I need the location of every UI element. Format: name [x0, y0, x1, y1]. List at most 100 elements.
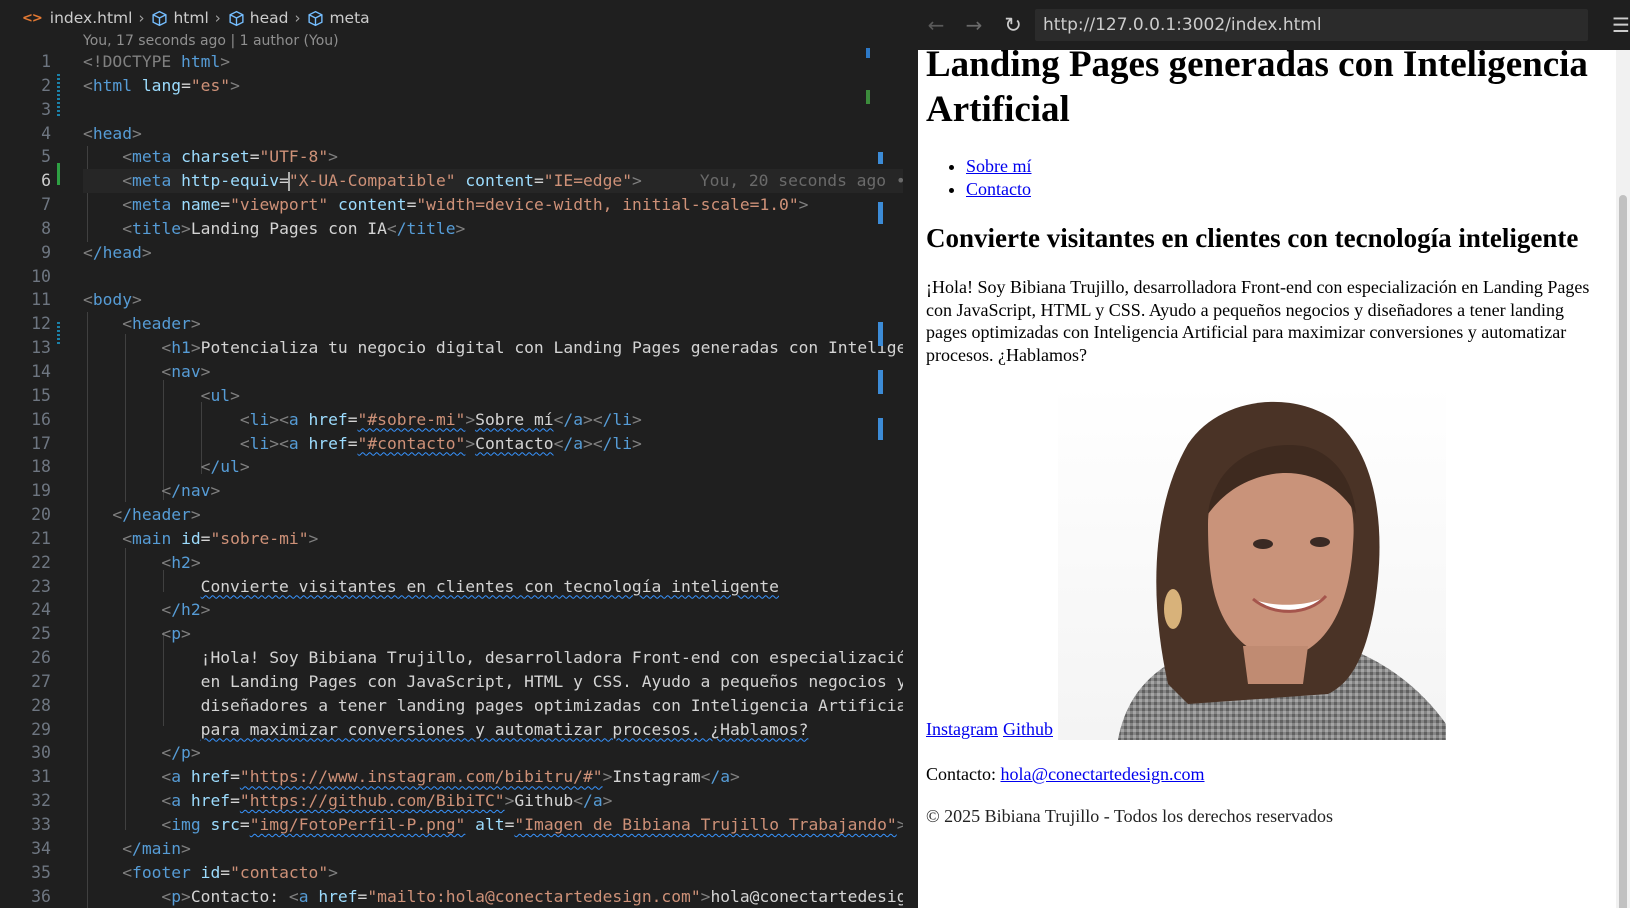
dirty-diff-indicator[interactable] [57, 163, 60, 185]
overview-ruler-mark [878, 322, 883, 346]
breadcrumb-label: head [249, 9, 289, 27]
code-token: en Landing Pages con JavaScript, HTML y … [200, 671, 903, 691]
page-nav: Sobre mí Contacto [926, 155, 1616, 200]
nav-link-sobre-mi[interactable]: Sobre mí [966, 156, 1032, 176]
url-input[interactable]: http://127.0.0.1:3002/index.html [1035, 9, 1588, 41]
code-area[interactable]: <!DOCTYPE html> <html lang="es"> <head> … [83, 50, 903, 908]
github-link[interactable]: Github [1003, 718, 1053, 740]
line-number: 7 [41, 195, 51, 215]
code-token: /h2 [171, 600, 201, 620]
line-number: 3 [41, 99, 51, 119]
line-number-active: 6 [41, 171, 51, 191]
code-token: /main [132, 838, 182, 858]
code-line: <!DOCTYPE html> [83, 52, 231, 71]
dirty-diff-indicator[interactable] [57, 322, 60, 344]
line-number: 17 [31, 433, 51, 453]
overview-ruler-mark [878, 370, 883, 394]
code-token: Instagram [612, 767, 701, 787]
code-token: /ul [210, 457, 240, 477]
code-token: h1 [171, 338, 191, 358]
code-token: id [200, 862, 221, 882]
nav-item: Contacto [966, 178, 1616, 201]
code-token: /nav [171, 481, 211, 501]
code-line: <header> [122, 314, 201, 334]
code-token: p [171, 624, 182, 644]
code-token: "img/FotoPerfil-P.png" [249, 815, 466, 834]
line-number: 29 [31, 719, 51, 739]
reload-icon[interactable]: ↻ [1000, 12, 1026, 38]
code-token: "UTF-8" [259, 147, 329, 167]
code-token: content [465, 171, 534, 191]
line-number: 34 [31, 838, 51, 858]
code-token: href [308, 433, 348, 453]
scrollbar-thumb[interactable] [1619, 195, 1627, 908]
codelens-blame[interactable]: You, 17 seconds ago | 1 author (You) [83, 33, 339, 49]
page-scrollbar[interactable] [1616, 50, 1630, 908]
code-line: <img src="img/FotoPerfil-P.png" alt="Ima… [161, 815, 903, 834]
code-line: <main id="sobre-mi"> [122, 528, 319, 548]
breadcrumb-item-head[interactable]: head [228, 9, 289, 27]
chevron-right-icon: › [138, 9, 145, 27]
code-token: Contacto [475, 433, 554, 453]
arrow-right-icon[interactable]: → [961, 12, 987, 38]
code-token: "es" [190, 75, 231, 95]
browser-toolbar: ← → ↻ http://127.0.0.1:3002/index.html ☰ [918, 0, 1630, 50]
code-token: href [190, 791, 231, 811]
code-token: "sobre-mi" [210, 528, 309, 548]
symbol-element-icon [152, 10, 168, 26]
code-line: <h1>Potencializa tu negocio digital con … [83, 336, 903, 360]
code-token: src [210, 815, 240, 834]
menu-icon[interactable]: ☰ [1612, 13, 1630, 37]
code-token: "#contacto" [357, 433, 466, 453]
breadcrumb-item-html[interactable]: html [151, 9, 209, 27]
line-number: 22 [31, 552, 51, 572]
inline-blame[interactable]: You, 20 seconds ago • [700, 171, 903, 190]
chevron-right-icon: › [294, 9, 301, 27]
email-link[interactable]: hola@conectartedesign.com [1001, 764, 1205, 784]
code-token: <!DOCTYPE [83, 52, 172, 71]
code-token: "https://github.com/BibiTC" [239, 791, 505, 811]
breadcrumb-item-file[interactable]: <> index.html [22, 9, 132, 27]
code-token: charset [181, 147, 250, 167]
breadcrumb-label: meta [329, 9, 370, 27]
code-token: ul [210, 385, 231, 405]
line-number: 19 [31, 481, 51, 501]
code-line: </header> [112, 505, 201, 525]
line-number: 24 [31, 600, 51, 620]
line-number: 20 [31, 505, 51, 525]
arrow-left-icon[interactable]: ← [923, 12, 949, 38]
instagram-link[interactable]: Instagram [926, 718, 998, 740]
code-line: <p>Contacto: <a href="mailto:hola@conect… [83, 885, 903, 908]
code-line: diseñadores a tener landing pages optimi… [83, 694, 903, 718]
code-token: "#sobre-mi" [357, 409, 466, 429]
code-token: li [249, 409, 270, 429]
code-line: <a href="https://www.instagram.com/bibit… [161, 767, 740, 787]
browser-viewport[interactable]: Landing Pages generadas con Inteligencia… [918, 50, 1630, 908]
code-line: <title>Landing Pages con IA</title> [122, 218, 466, 238]
code-token: Convierte visitantes en clientes con tec… [200, 576, 779, 596]
dirty-diff-indicator[interactable] [57, 74, 60, 118]
code-token: header [132, 314, 191, 334]
code-line: <meta charset="UTF-8"> [122, 147, 338, 167]
line-number: 4 [41, 123, 51, 143]
line-number: 21 [31, 528, 51, 548]
code-line: <a href="https://github.com/BibiTC">Gith… [161, 791, 613, 811]
code-token: "viewport" [230, 195, 329, 215]
code-line: </nav> [161, 481, 221, 501]
code-editor[interactable]: <> index.html › html › head › meta You, … [0, 0, 918, 908]
line-number: 2 [41, 75, 51, 95]
code-token: "https://www.instagram.com/bibitru/#" [239, 767, 603, 787]
code-token: a [288, 433, 299, 453]
nav-link-contacto[interactable]: Contacto [966, 179, 1031, 199]
code-token: "mailto:hola@conectartedesign.com" [367, 886, 701, 906]
line-number: 12 [31, 314, 51, 334]
line-number: 16 [31, 409, 51, 429]
code-token: footer [132, 862, 191, 882]
code-line: <ul> [200, 385, 240, 405]
code-line: <li><a href="#contacto">Contacto</a></li… [239, 433, 642, 453]
breadcrumb-item-meta[interactable]: meta [307, 9, 370, 27]
code-line: <footer id="contacto"> [122, 862, 338, 882]
breadcrumb-label: html [173, 9, 209, 27]
code-token: /a [583, 791, 603, 811]
code-line: <body> [83, 290, 142, 310]
